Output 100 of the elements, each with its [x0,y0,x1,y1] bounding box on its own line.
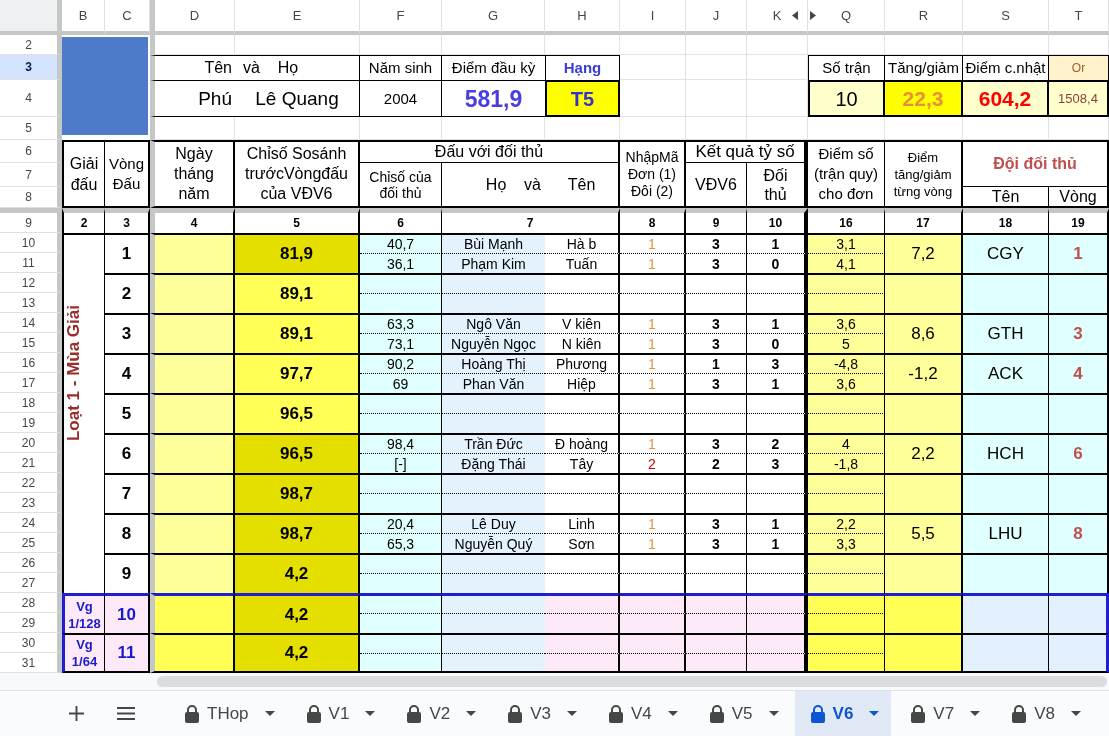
round-number: 10 [105,593,150,633]
row-header[interactable]: 25 [0,533,62,553]
column-header[interactable]: R [885,0,963,35]
caret-down-icon [566,711,577,716]
round-change-heading: Điểm tăng/giảm từng vòng [885,140,963,208]
column-header[interactable]: E [235,0,360,35]
caret-down-icon [768,711,779,716]
row-header[interactable]: 28 [0,593,62,613]
sheet-tab[interactable]: V8 [996,691,1093,736]
column-header[interactable]: H [545,0,620,35]
row-header[interactable]: 23 [0,493,62,513]
column-header[interactable]: G [442,0,545,35]
match-points: 3,6 [808,373,885,393]
row-header[interactable]: 17 [0,373,62,393]
opponent-index: 98,4 [360,433,442,453]
row-header[interactable]: 11 [0,253,62,273]
row-header[interactable]: 16 [0,353,62,373]
opponent-surname: Hoàng Thị [442,353,545,373]
match-points: 3,3 [808,533,885,553]
team-name-heading: Tên [963,187,1049,208]
row-header[interactable]: 26 [0,553,62,573]
opponent-name: Linh [545,513,620,533]
opponent-surname: Phạm Kim [442,253,545,273]
row-header[interactable]: 10 [0,233,62,253]
comparison-index: 4,2 [235,593,360,633]
opponent-score: 1 [747,533,808,553]
sheet-tab[interactable]: V2 [391,691,489,736]
row-header[interactable]: 15 [0,333,62,353]
round-number: 4 [105,353,150,393]
column-header[interactable]: T [1049,0,1109,35]
row-header[interactable]: 20 [0,433,62,453]
match-type: 1 [620,373,686,393]
opponent-name: Sơn [545,533,620,553]
row-header[interactable]: 13 [0,293,62,313]
row-header[interactable]: 8 [0,187,62,208]
sheet-tab[interactable]: V5 [693,691,791,736]
row-header[interactable]: 29 [0,613,62,633]
season-label: Loạt 1 - Mùa Giải [64,305,84,441]
row-header[interactable]: 2 [0,35,62,55]
round-change: 5,5 [885,513,963,553]
opponent-surname: Bùi Mạnh [442,233,545,253]
match-points: 5 [808,333,885,353]
column-header[interactable]: S [963,0,1049,35]
sheet-tab[interactable]: V6 [794,691,892,736]
comparison-index: 89,1 [235,313,360,353]
sheet-tab[interactable]: V4 [592,691,690,736]
left-triangle-icon[interactable] [792,11,798,20]
column-header[interactable]: K [747,0,808,35]
team-round: 8 [1049,513,1109,553]
result-heading: Kết quả tỷ số [686,140,808,163]
opponent-name: V kiên [545,313,620,333]
row-header[interactable]: 24 [0,513,62,533]
player-score: 3 [686,533,747,553]
row-header[interactable]: 19 [0,413,62,433]
opponent-surname: Trần Đức [442,433,545,453]
sheet-tab[interactable]: V7 [895,691,993,736]
matches-count: 10 [808,80,885,117]
column-header[interactable]: F [360,0,442,35]
row-header[interactable]: 30 [0,633,62,653]
row-header[interactable]: 9 [0,208,62,233]
column-header[interactable]: J [686,0,747,35]
sheet-tab[interactable]: V1 [290,691,388,736]
row-header[interactable]: 4 [0,80,62,117]
column-header[interactable]: B [62,0,105,35]
sheet-tab[interactable]: THop [169,691,287,736]
comparison-index: 97,7 [235,353,360,393]
match-points: 4,1 [808,253,885,273]
row-header[interactable]: 31 [0,653,62,673]
column-header[interactable]: Q [808,0,885,35]
row-header[interactable]: 18 [0,393,62,413]
scrollbar-thumb[interactable] [157,676,1107,687]
row-header[interactable]: 22 [0,473,62,493]
menu-icon [117,707,135,720]
opponent-name: Tây [545,453,620,473]
match-type: 1 [620,253,686,273]
column-header[interactable]: I [620,0,686,35]
row-header[interactable]: 14 [0,313,62,333]
row-header[interactable]: 21 [0,453,62,473]
column-header[interactable]: C [105,0,150,35]
match-points: -1,8 [808,453,885,473]
right-triangle-icon[interactable] [810,11,816,20]
match-points: -4,8 [808,353,885,373]
opponent-name: Hiệp [545,373,620,393]
row-header[interactable]: 3 [0,55,62,80]
match-points: 3,6 [808,313,885,333]
column-header[interactable]: D [150,0,235,35]
row-header[interactable]: 27 [0,573,62,593]
caret-down-icon [869,711,880,716]
birth-year-label: Năm sinh [360,55,442,80]
comparison-index: 98,7 [235,513,360,553]
name-header: Tên [150,55,235,80]
opponent-score: 1 [747,373,808,393]
sheet-tab[interactable]: V3 [492,691,589,736]
row-header[interactable]: 5 [0,117,62,140]
row-header[interactable]: 12 [0,273,62,293]
opponent-score: 1 [747,513,808,533]
match-type: 1 [620,333,686,353]
row-header[interactable]: 6 [0,140,62,163]
opponent-index: 65,3 [360,533,442,553]
row-header[interactable]: 7 [0,163,62,187]
